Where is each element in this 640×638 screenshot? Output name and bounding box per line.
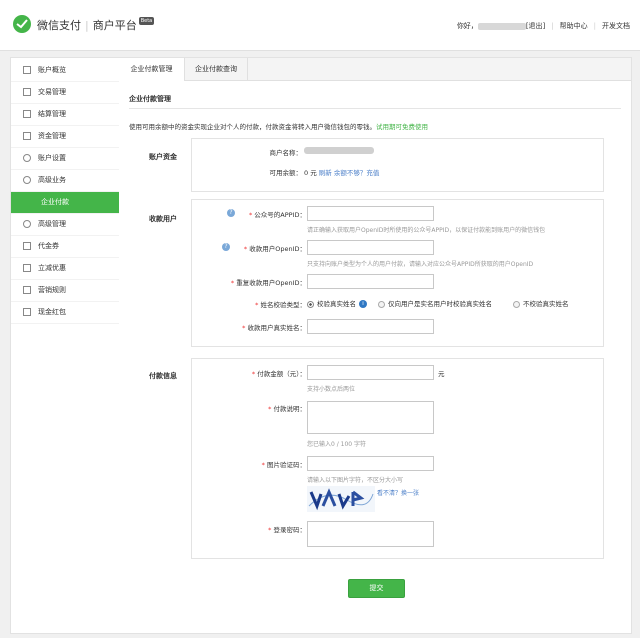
- desc-hint: 您已输入0 / 100 字符: [307, 441, 367, 448]
- discount-icon: [23, 264, 31, 272]
- tab-bar: 企业付款管理 企业付款查询: [119, 58, 631, 81]
- sidebar-item-advanced-business[interactable]: 高级业务: [11, 170, 120, 192]
- captcha-refresh-link[interactable]: 看不清？换一张: [377, 488, 419, 497]
- account-funds-label: 账户资金: [149, 153, 177, 161]
- main-panel: 企业付款管理 企业付款查询 企业付款管理 使用可用余额中的资金实现企业对个人的付…: [119, 57, 632, 634]
- balance-row: 0 元 刷新 余额不够？充值: [304, 167, 379, 177]
- radio-dot: [513, 300, 520, 308]
- gear-icon: [23, 154, 31, 162]
- sidebar-item-overview[interactable]: 账户概览: [11, 60, 120, 82]
- sidebar-item-discounts[interactable]: 立减优惠: [11, 258, 120, 280]
- top-bar: 微信支付 | 商户平台 Beta 你好， [退出] | 帮助中心 | 开发文档: [0, 0, 640, 51]
- rule-icon: [23, 286, 31, 294]
- info-icon[interactable]: i: [359, 300, 367, 308]
- captcha-label: * 图片验证码：: [261, 461, 306, 469]
- password-label: * 登录密码：: [268, 526, 306, 534]
- sidebar-item-coupons[interactable]: 代金券: [11, 236, 120, 258]
- payment-info-label: 付款信息: [149, 372, 177, 380]
- sidebar-item-transactions[interactable]: 交易管理: [11, 82, 120, 104]
- sidebar: 账户概览 交易管理 结算管理 资金管理 账户设置 高级业务 企业付款 高级管理 …: [10, 57, 121, 634]
- top-nav: 你好， [退出] | 帮助中心 | 开发文档: [456, 22, 630, 30]
- captcha-image: [307, 486, 375, 512]
- payment-info-block: * 付款金额（元）： 元 支持小数点后两位 * 付款说明： 您已输入0 / 10…: [191, 358, 604, 559]
- wechat-pay-logo-icon: [13, 15, 31, 33]
- shield-icon: [23, 220, 31, 228]
- brand: 微信支付 | 商户平台 Beta: [37, 17, 155, 32]
- tab-payment-query[interactable]: 企业付款查询: [185, 58, 248, 80]
- amount-label: * 付款金额（元）：: [251, 370, 306, 378]
- openid-hint: 只支持向账户类型为个人的用户付款，请输入对应公众号APPID所获取的用户Open…: [307, 261, 534, 268]
- openid-repeat-label: * 重复收款用户OpenID：: [230, 279, 306, 287]
- radio-verify-name[interactable]: 校验真实姓名 i: [307, 298, 367, 308]
- payee-block: ? * 公众号的APPID： 请正确输入获取用户OpenID时所使用的公众号AP…: [191, 199, 604, 347]
- beta-badge: Beta: [138, 17, 155, 25]
- envelope-icon: [23, 308, 31, 316]
- logout-link[interactable]: [退出]: [526, 22, 545, 30]
- real-name-input[interactable]: [307, 319, 434, 334]
- balance-value: 0 元: [304, 169, 317, 177]
- appid-hint: 请正确输入获取用户OpenID时所使用的公众号APPID，以保证付款能到账用户的…: [307, 227, 546, 234]
- openid-label: * 收款用户OpenID：: [243, 245, 306, 253]
- help-icon[interactable]: ?: [222, 243, 230, 251]
- sidebar-item-funds[interactable]: 资金管理: [11, 126, 120, 148]
- radio-verify-if-real-name[interactable]: 仅向用户是实名用户时校验真实姓名: [378, 298, 492, 308]
- sidebar-item-settlement[interactable]: 结算管理: [11, 104, 120, 126]
- section-title: 企业付款管理: [129, 95, 171, 103]
- amount-unit: 元: [438, 370, 445, 378]
- trial-link[interactable]: 试用期可免费使用: [376, 123, 428, 131]
- dev-docs-link[interactable]: 开发文档: [602, 22, 630, 30]
- radio-dot: [307, 300, 314, 308]
- refresh-link[interactable]: 刷新: [319, 169, 332, 177]
- grid-icon: [23, 66, 31, 74]
- appid-input[interactable]: [307, 206, 434, 221]
- sidebar-item-account-settings[interactable]: 账户设置: [11, 148, 120, 170]
- divider: [129, 108, 621, 109]
- real-name-label: * 收款用户真实姓名：: [242, 324, 306, 332]
- help-icon[interactable]: ?: [227, 209, 235, 217]
- doc-icon: [23, 110, 31, 118]
- merchant-name-value: [304, 146, 374, 154]
- money-icon: [23, 132, 31, 140]
- amount-hint: 支持小数点后两位: [307, 386, 356, 393]
- list-icon: [23, 88, 31, 96]
- recharge-link[interactable]: 余额不够？充值: [334, 169, 380, 177]
- amount-input[interactable]: [307, 365, 434, 380]
- captcha-input[interactable]: [307, 456, 434, 471]
- appid-label: * 公众号的APPID：: [248, 211, 306, 219]
- sidebar-item-enterprise-payment[interactable]: 企业付款: [11, 192, 120, 214]
- sidebar-item-marketing-rules[interactable]: 营销规则: [11, 280, 120, 302]
- brand-product: 商户平台: [92, 19, 137, 32]
- openid-repeat-input[interactable]: [307, 274, 434, 289]
- sidebar-item-cash-red-packet[interactable]: 现金红包: [11, 302, 120, 324]
- ticket-icon: [23, 242, 31, 250]
- password-input[interactable]: [307, 521, 434, 547]
- account-funds-block: 商户名称： 可用余额： 0 元 刷新 余额不够？充值: [191, 138, 604, 192]
- tab-payment-management[interactable]: 企业付款管理: [119, 58, 185, 81]
- help-center-link[interactable]: 帮助中心: [560, 22, 588, 30]
- star-icon: [23, 176, 31, 184]
- name-check-label: * 姓名校验类型：: [255, 301, 306, 309]
- brand-name: 微信支付: [37, 19, 81, 32]
- greeting: 你好，: [456, 22, 478, 30]
- desc-label: * 付款说明：: [268, 405, 306, 413]
- openid-input[interactable]: [307, 240, 434, 255]
- sidebar-item-advanced-management[interactable]: 高级管理: [11, 214, 120, 236]
- username-redacted: [477, 22, 526, 30]
- payee-label: 收款用户: [149, 215, 177, 223]
- intro-text: 使用可用余额中的资金实现企业对个人的付款，付款资金将转入用户微信钱包的零钱。试用…: [129, 123, 428, 131]
- captcha-hint: 请输入以下图片字符，不区分大小写: [307, 477, 404, 484]
- desc-textarea[interactable]: [307, 401, 434, 434]
- radio-no-verify[interactable]: 不校验真实姓名: [513, 298, 569, 308]
- submit-button[interactable]: 提交: [348, 579, 405, 598]
- balance-label: 可用余额：: [269, 169, 303, 177]
- radio-dot: [378, 300, 385, 308]
- merchant-name-label: 商户名称：: [269, 149, 303, 157]
